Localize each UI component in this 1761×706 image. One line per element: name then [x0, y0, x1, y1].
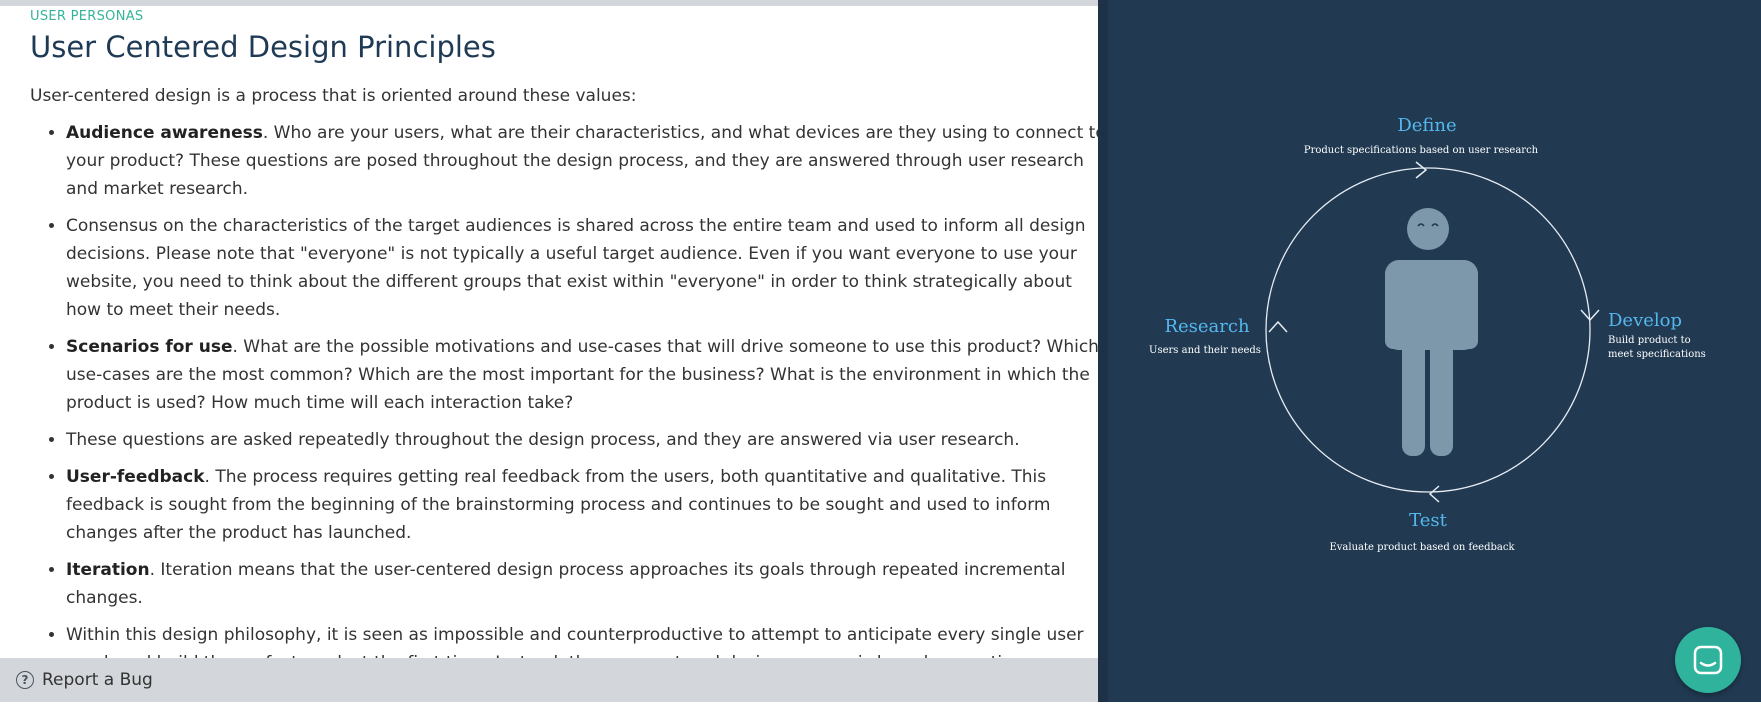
test-label: Test — [1409, 510, 1447, 531]
person-icon — [1385, 208, 1478, 456]
list-item: Consensus on the characteristics of the … — [66, 212, 1098, 324]
diagram-panel: Define Product specifications based on u… — [1108, 0, 1761, 702]
arrow-right-icon — [1415, 161, 1428, 179]
help-circle-icon: ? — [16, 671, 34, 689]
report-bug-link[interactable]: Report a Bug — [42, 670, 153, 690]
list-item-lead: Audience awareness — [66, 123, 263, 143]
list-item-lead: Iteration — [66, 560, 150, 580]
test-caption: Evaluate product based on feedback — [1329, 542, 1515, 553]
list-item: Audience awareness. Who are your users, … — [66, 119, 1098, 203]
page-title: User Centered Design Principles — [30, 30, 496, 64]
research-caption: Users and their needs — [1149, 345, 1261, 356]
list-item-lead: User-feedback — [66, 467, 205, 487]
principles-list: Audience awareness. Who are your users, … — [30, 119, 1098, 658]
define-caption: Product specifications based on user res… — [1304, 145, 1539, 156]
arrow-left-icon — [1428, 485, 1440, 503]
research-label: Research — [1164, 316, 1250, 337]
list-item: Iteration. Iteration means that the user… — [66, 556, 1098, 612]
list-item: These questions are asked repeatedly thr… — [66, 426, 1098, 454]
develop-caption-line2: meet specifications — [1608, 349, 1706, 360]
report-bug-bar[interactable]: ? Report a Bug — [0, 658, 1098, 702]
article-content: USER PERSONAS User Centered Design Princ… — [0, 6, 1098, 658]
develop-caption-line1: Build product to — [1608, 335, 1691, 346]
list-item-text: Within this design philosophy, it is see… — [66, 625, 1084, 658]
chat-icon — [1693, 645, 1723, 675]
arrow-up-icon — [1268, 320, 1288, 333]
list-item-text: Consensus on the characteristics of the … — [66, 216, 1086, 320]
section-label: USER PERSONAS — [30, 9, 144, 24]
list-item-text: These questions are asked repeatedly thr… — [66, 430, 1020, 450]
intro-text: User-centered design is a process that i… — [30, 86, 637, 106]
list-item-text: . The process requires getting real feed… — [66, 467, 1051, 543]
ucd-cycle-diagram: Define Product specifications based on u… — [1149, 115, 1706, 553]
develop-label: Develop — [1608, 310, 1682, 331]
list-item-text: . Iteration means that the user-centered… — [66, 560, 1066, 608]
list-item: Within this design philosophy, it is see… — [66, 621, 1098, 658]
list-item: Scenarios for use. What are the possible… — [66, 333, 1098, 417]
list-item-lead: Scenarios for use — [66, 337, 233, 357]
define-label: Define — [1397, 115, 1456, 136]
chat-launcher-button[interactable] — [1675, 627, 1741, 693]
list-item: User-feedback. The process requires gett… — [66, 463, 1098, 547]
panel-divider — [1098, 0, 1108, 702]
